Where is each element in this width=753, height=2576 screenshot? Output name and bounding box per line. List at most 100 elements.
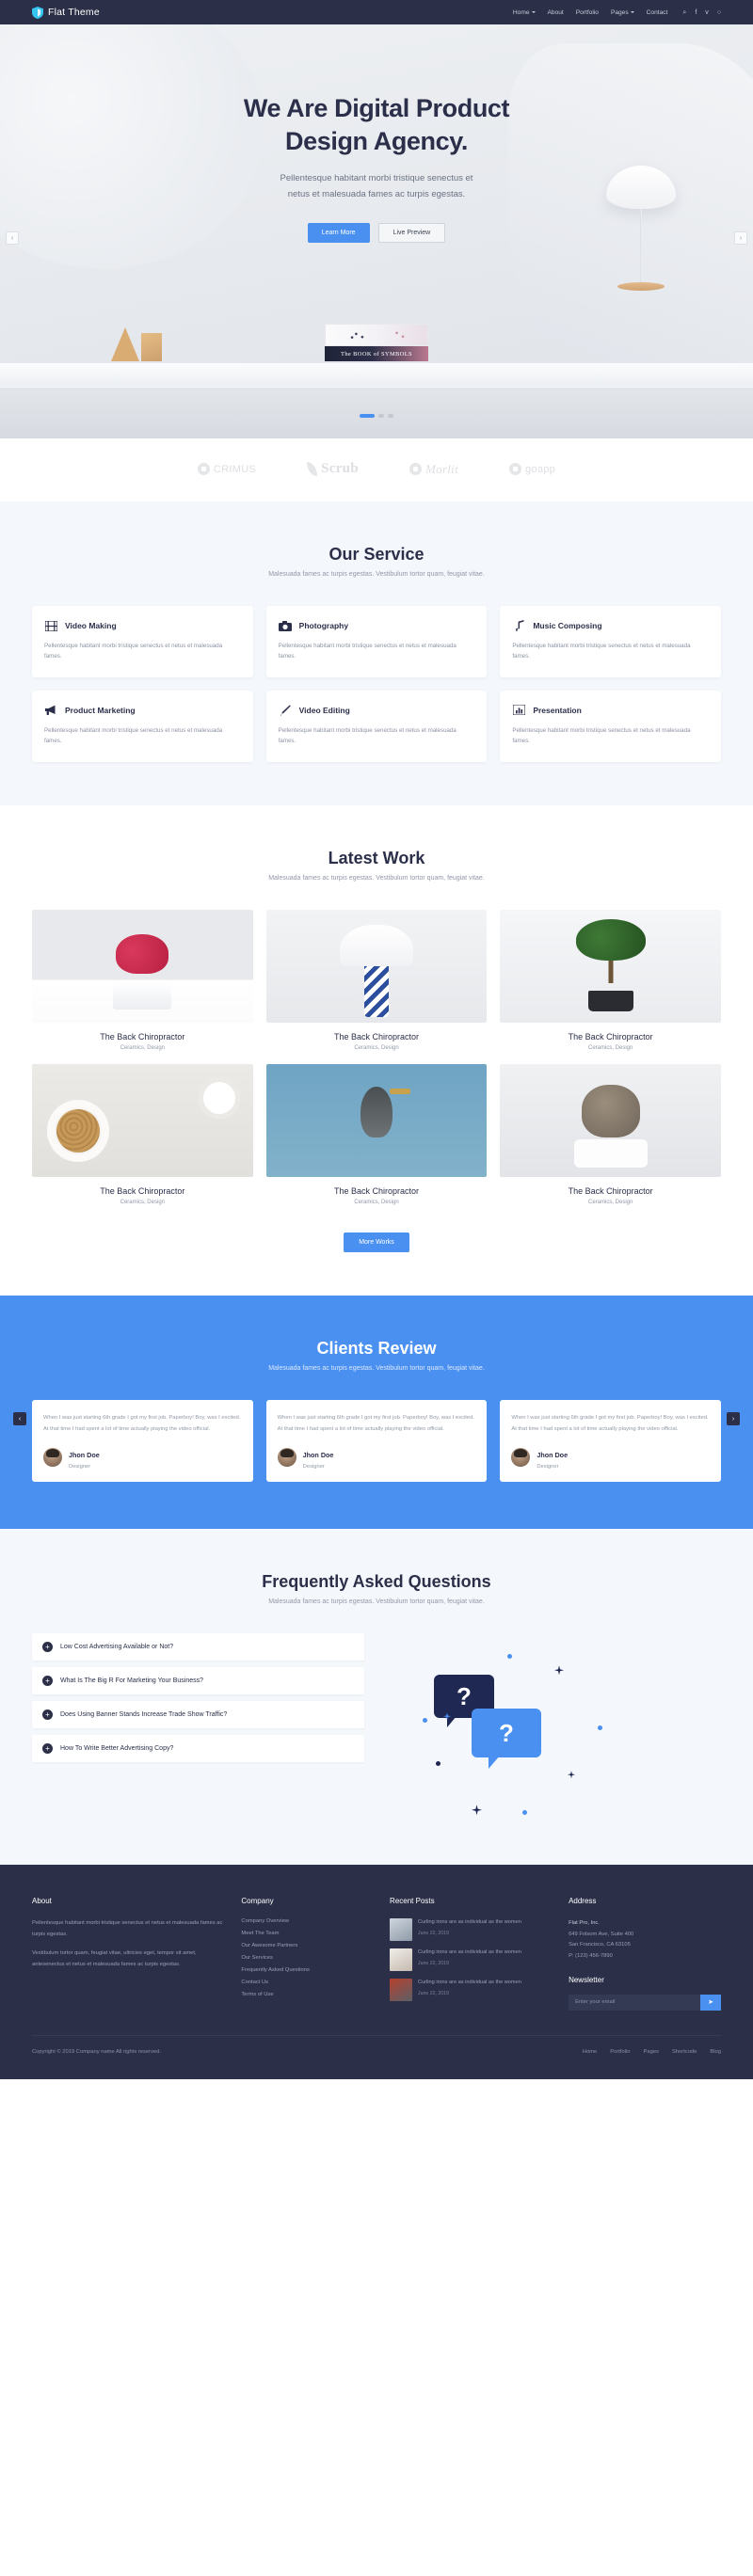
portfolio-thumbnail-cat[interactable]	[500, 1063, 721, 1177]
footer-bottom-link-home[interactable]: Home	[583, 2049, 597, 2055]
footer-address-block: Flat Pro, Inc. 649 Folsom Ave, Suite 400…	[569, 1918, 721, 1962]
nav-item-contact[interactable]: Contact	[647, 9, 668, 16]
service-card-video-making[interactable]: Video Making Pellentesque habitant morbi…	[32, 606, 253, 677]
nav-item-home[interactable]: Home	[513, 9, 536, 16]
service-name: Video Making	[65, 621, 117, 630]
service-card-music-composing[interactable]: Music Composing Pellentesque habitant mo…	[500, 606, 721, 677]
service-card-presentation[interactable]: Presentation Pellentesque habitant morbi…	[500, 690, 721, 762]
portfolio-item[interactable]: The Back Chiropractor Ceramics, Design	[265, 1063, 488, 1205]
footer-posts-title: Recent Posts	[390, 1897, 435, 1906]
sparkle-icon	[568, 1771, 575, 1779]
faq-item[interactable]: + What Is The Big R For Marketing Your B…	[32, 1667, 364, 1695]
portfolio-thumbnail-pelican[interactable]	[265, 1063, 488, 1177]
newsletter-send-button[interactable]: ➤	[700, 1994, 721, 2011]
footer-link-terms-of-use[interactable]: Terms of Use	[241, 1992, 371, 1997]
reviews-prev-arrow[interactable]: ‹	[13, 1412, 26, 1426]
portfolio-item-title: The Back Chiropractor	[568, 1031, 653, 1042]
recent-post-item[interactable]: Curling irons are as individual as the w…	[390, 1948, 550, 1972]
service-card-video-editing[interactable]: Video Editing Pellentesque habitant morb…	[265, 690, 488, 762]
hero-next-arrow[interactable]: ›	[734, 231, 747, 245]
faq-item[interactable]: + Does Using Banner Stands Increase Trad…	[32, 1701, 364, 1729]
footer-bottom-link-blog[interactable]: Blog	[710, 2049, 721, 2055]
faq-heading: Frequently Asked Questions Malesuada fam…	[32, 1572, 721, 1605]
service-description: Pellentesque habitant morbi tristique se…	[512, 643, 691, 660]
portfolio-thumbnail-bonsai[interactable]	[500, 909, 721, 1023]
footer-link-faq[interactable]: Frequently Asked Questions	[241, 1967, 371, 1973]
twitter-icon[interactable]: ᴠ	[705, 9, 709, 16]
live-preview-button[interactable]: Live Preview	[377, 223, 446, 244]
nav-item-about[interactable]: About	[548, 9, 564, 16]
faq-subtitle: Malesuada fames ac turpis egestas. Vesti…	[268, 1598, 485, 1606]
footer-bottom-link-shortcode[interactable]: Shortcode	[672, 2049, 697, 2055]
hero-title: We Are Digital Product Design Agency.	[0, 92, 753, 158]
portfolio-item[interactable]: The Back Chiropractor Ceramics, Design	[500, 1063, 721, 1205]
reviews-heading: Clients Review Malesuada fames ac turpis…	[32, 1339, 721, 1372]
hero-dot-active[interactable]	[360, 414, 375, 418]
m-logo-icon	[409, 463, 422, 475]
footer-link-our-awesome-partners[interactable]: Our Awesome Partners	[241, 1943, 371, 1948]
faq-question: Low Cost Advertising Available or Not?	[60, 1644, 174, 1651]
more-works-button[interactable]: More Works	[344, 1232, 409, 1252]
play-logo-icon	[508, 463, 521, 475]
book-title: The BOOK of SYMBOLS	[341, 350, 412, 358]
plus-icon: +	[42, 1709, 53, 1721]
faq-title: Frequently Asked Questions	[262, 1572, 491, 1592]
footer-bottom-link-portfolio[interactable]: Portfolio	[610, 2049, 630, 2055]
footer-link-meet-the-team[interactable]: Meet The Team	[241, 1931, 371, 1936]
portfolio-item-title: The Back Chiropractor	[100, 1185, 185, 1196]
portfolio-item-title: The Back Chiropractor	[100, 1031, 185, 1042]
portfolio-thumbnail-lamp[interactable]	[265, 909, 488, 1023]
hero-content: We Are Digital Product Design Agency. Pe…	[0, 24, 753, 244]
service-description: Pellentesque habitant morbi tristique se…	[44, 726, 223, 745]
hero-dot[interactable]	[378, 414, 384, 418]
gold-block-decor	[141, 333, 162, 361]
nav-icon-group: ⌕ f ᴠ ○	[682, 9, 721, 16]
hero-slider-dots	[360, 414, 393, 418]
service-card-photography[interactable]: Photography Pellentesque habitant morbi …	[265, 606, 488, 677]
review-author-role: Designer	[69, 1464, 91, 1471]
recent-post-item[interactable]: Curling irons are as individual as the w…	[390, 1918, 550, 1942]
portfolio-more-wrap: More Works	[32, 1232, 721, 1252]
portfolio-item[interactable]: The Back Chiropractor Ceramics, Design	[32, 1063, 253, 1205]
brand-name: Flat Theme	[48, 7, 100, 18]
faq-item[interactable]: + Low Cost Advertising Available or Not?	[32, 1633, 364, 1662]
client-name: CRIMUS	[213, 463, 257, 475]
service-card-product-marketing[interactable]: Product Marketing Pellentesque habitant …	[32, 690, 253, 762]
newsletter-email-input[interactable]	[569, 1994, 700, 2011]
review-text: When I was just starting 6th grade I got…	[43, 1414, 241, 1433]
portfolio-thumbnail-cereal[interactable]	[32, 1063, 253, 1177]
nav-item-pages[interactable]: Pages	[611, 9, 634, 16]
faq-question: Does Using Banner Stands Increase Trade …	[60, 1711, 228, 1719]
hero-dot[interactable]	[388, 414, 393, 418]
nav-item-home-label: Home	[512, 8, 530, 16]
newsletter-block: Newsletter ➤	[569, 1976, 721, 2011]
nav-item-portfolio[interactable]: Portfolio	[576, 9, 599, 16]
portfolio-item-tags: Ceramics, Design	[587, 1044, 633, 1051]
search-icon[interactable]: ⌕	[682, 9, 686, 16]
hero-title-line1: We Are Digital Product	[243, 94, 510, 122]
recent-post-item[interactable]: Curling irons are as individual as the w…	[390, 1979, 550, 2002]
brand-logo[interactable]: Flat Theme	[32, 6, 100, 19]
footer-address-title: Address	[569, 1897, 597, 1906]
footer-link-our-services[interactable]: Our Services	[241, 1955, 371, 1961]
github-icon[interactable]: ○	[717, 9, 721, 16]
facebook-icon[interactable]: f	[695, 9, 697, 16]
review-text: When I was just starting 6th grade I got…	[277, 1414, 474, 1433]
plus-icon: +	[42, 1676, 53, 1687]
client-logo-morlit: Morlit	[409, 462, 458, 477]
footer-link-company-overview[interactable]: Company Overview	[241, 1918, 371, 1924]
review-author-name: Jhon Doe	[69, 1451, 100, 1460]
newsletter-title: Newsletter	[569, 1975, 604, 1984]
footer-link-contact-us[interactable]: Contact Us	[241, 1980, 371, 1985]
reviews-next-arrow[interactable]: ›	[727, 1412, 740, 1426]
portfolio-item[interactable]: The Back Chiropractor Ceramics, Design	[265, 909, 488, 1051]
portfolio-item-title: The Back Chiropractor	[568, 1185, 653, 1196]
portfolio-item[interactable]: The Back Chiropractor Ceramics, Design	[500, 909, 721, 1051]
service-description: Pellentesque habitant morbi tristique se…	[512, 726, 691, 745]
portfolio-thumbnail-cactus[interactable]	[32, 909, 253, 1023]
learn-more-button[interactable]: Learn More	[307, 223, 370, 244]
hero-prev-arrow[interactable]: ‹	[6, 231, 19, 245]
portfolio-item[interactable]: The Back Chiropractor Ceramics, Design	[32, 909, 253, 1051]
footer-bottom-link-pages[interactable]: Pages	[644, 2049, 659, 2055]
faq-item[interactable]: + How To Write Better Advertising Copy?	[32, 1735, 364, 1763]
